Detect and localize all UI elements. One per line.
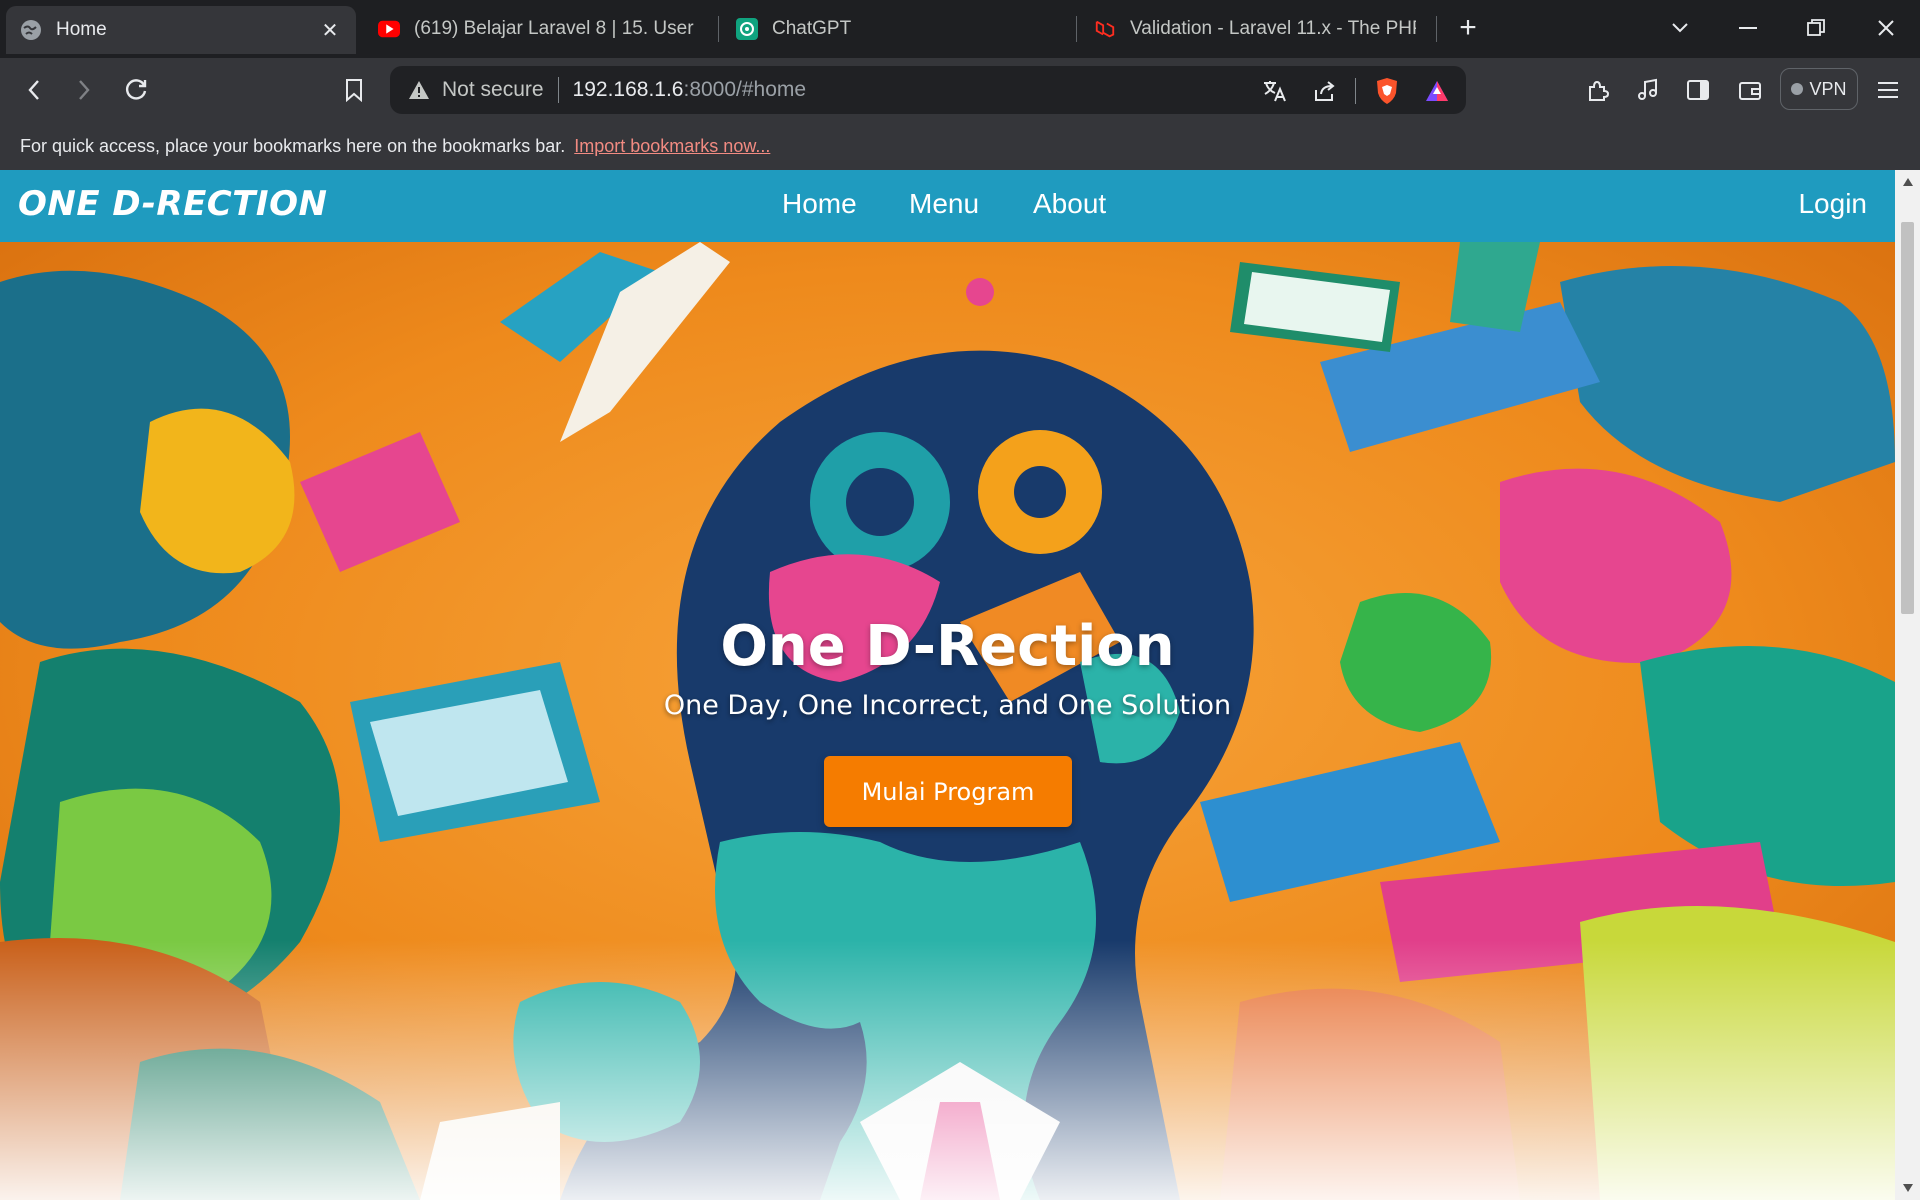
back-button[interactable] — [14, 70, 54, 110]
tab-title: Home — [56, 19, 107, 40]
menu-icon[interactable] — [1868, 70, 1908, 110]
new-tab-button[interactable]: + — [1448, 10, 1488, 46]
tab-divider — [718, 16, 719, 42]
share-icon[interactable] — [1312, 78, 1338, 104]
page-scrollbar[interactable] — [1895, 170, 1920, 1200]
brave-rewards-icon[interactable] — [1424, 78, 1450, 104]
address-bar[interactable]: Not secure 192.168.1.6 :8000/#home — [390, 66, 1466, 114]
tab-divider — [1076, 16, 1077, 42]
tab-title: (619) Belajar Laravel 8 | 15. User Regi — [414, 18, 698, 39]
url-path[interactable]: :8000/#home — [683, 78, 806, 102]
tab-chatgpt[interactable]: ChatGPT — [722, 6, 1072, 52]
bookmark-icon[interactable] — [334, 70, 374, 110]
scroll-down-arrow-icon[interactable] — [1895, 1178, 1920, 1198]
sidebar-toggle-icon[interactable] — [1678, 70, 1718, 110]
extensions-icon[interactable] — [1578, 70, 1618, 110]
nav-link-about[interactable]: About — [1033, 188, 1106, 220]
warning-icon[interactable] — [408, 79, 430, 101]
nav-link-login[interactable]: Login — [1798, 188, 1867, 220]
hero-bottom-fade — [0, 940, 1895, 1200]
tab-divider — [1436, 16, 1437, 42]
vpn-status-icon — [1791, 83, 1804, 95]
security-label[interactable]: Not secure — [442, 78, 544, 102]
laravel-icon — [1094, 18, 1116, 40]
restore-button[interactable] — [1796, 10, 1836, 46]
minimize-button[interactable] — [1728, 10, 1768, 46]
forward-button[interactable] — [64, 70, 104, 110]
hero-section: One D-Rection One Day, One Incorrect, an… — [0, 242, 1895, 1200]
start-program-button[interactable]: Mulai Program — [824, 756, 1072, 827]
wallet-icon[interactable] — [1730, 70, 1770, 110]
page-viewport: ONE D-RECTION Home Menu About Login One … — [0, 170, 1895, 1200]
tab-strip: Home ✕ (619) Belajar Laravel 8 | 15. Use… — [0, 0, 1920, 58]
scroll-up-arrow-icon[interactable] — [1895, 172, 1920, 192]
bookmarks-bar-message: For quick access, place your bookmarks h… — [20, 135, 566, 156]
brave-shields-icon[interactable] — [1374, 78, 1400, 104]
close-window-button[interactable] — [1866, 10, 1906, 46]
omnibox-divider — [557, 77, 559, 103]
site-navbar: ONE D-RECTION Home Menu About Login — [0, 170, 1895, 242]
youtube-icon — [378, 18, 400, 40]
tab-search-chevron-icon[interactable] — [1660, 10, 1700, 46]
tab-title: ChatGPT — [772, 18, 852, 39]
url-host[interactable]: 192.168.1.6 — [573, 78, 684, 102]
vpn-label: VPN — [1809, 78, 1847, 99]
nav-link-menu[interactable]: Menu — [909, 188, 979, 220]
tab-home[interactable]: Home ✕ — [6, 6, 356, 54]
chatgpt-icon — [736, 18, 758, 40]
hero-title: One D-Rection — [720, 614, 1175, 679]
scrollbar-thumb[interactable] — [1901, 222, 1914, 614]
bookmarks-bar: For quick access, place your bookmarks h… — [0, 122, 1920, 170]
reload-button[interactable] — [116, 70, 156, 110]
media-control-icon[interactable] — [1628, 70, 1668, 110]
close-tab-icon[interactable]: ✕ — [318, 18, 342, 43]
vpn-button[interactable]: VPN — [1780, 68, 1858, 110]
hero-subtitle: One Day, One Incorrect, and One Solution — [663, 690, 1232, 721]
browser-toolbar: Not secure 192.168.1.6 :8000/#home VPN — [0, 58, 1920, 122]
translate-icon[interactable] — [1262, 78, 1288, 104]
tab-youtube[interactable]: (619) Belajar Laravel 8 | 15. User Regi — [364, 6, 712, 52]
tab-laravel-docs[interactable]: Validation - Laravel 11.x - The PHP Fr — [1080, 6, 1430, 52]
nav-link-home[interactable]: Home — [782, 188, 857, 220]
globe-icon — [20, 19, 42, 41]
omnibox-separator — [1355, 78, 1357, 104]
tab-title: Validation - Laravel 11.x - The PHP Fr — [1130, 18, 1416, 39]
import-bookmarks-link[interactable]: Import bookmarks now... — [574, 136, 770, 157]
site-brand[interactable]: ONE D-RECTION — [18, 184, 327, 224]
